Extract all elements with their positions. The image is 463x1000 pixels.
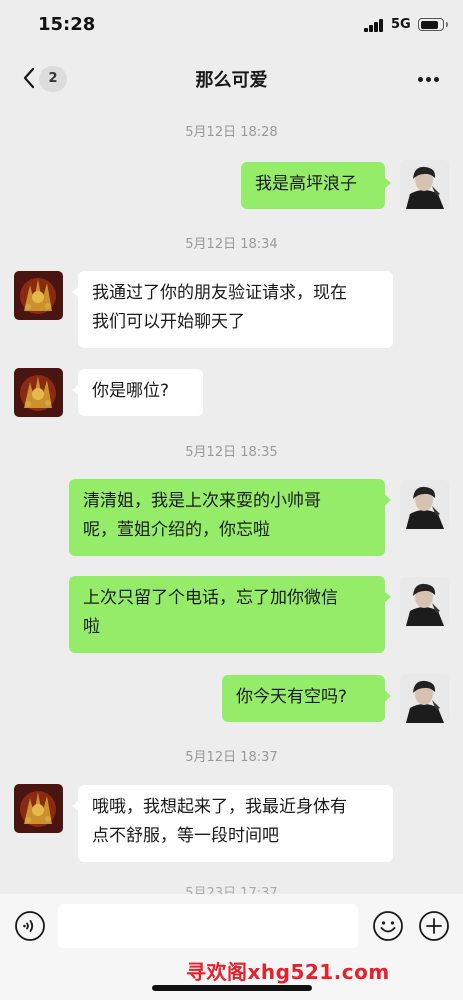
more-icon[interactable] xyxy=(416,69,442,89)
message-bubble-self[interactable]: 我是高坪浪子 xyxy=(241,162,391,209)
message-bubble-self[interactable]: 上次只留了个电话，忘了加你微信 啦 xyxy=(69,576,391,653)
message-line: 点不舒服，等一段时间吧 xyxy=(92,826,279,846)
avatar-other[interactable] xyxy=(14,368,63,417)
timestamp: 5月23日 17:37 xyxy=(185,886,278,894)
message-bubble-other[interactable]: 哦哦，我想起来了，我最近身体有 点不舒服，等一段时间吧 xyxy=(72,785,393,862)
timestamp: 5月12日 18:37 xyxy=(185,750,278,765)
chat-title: 那么可爱 xyxy=(195,70,268,91)
message-input[interactable] xyxy=(58,904,358,948)
message-text: 你是哪位? xyxy=(92,381,170,401)
message-line: 我们可以开始聊天了 xyxy=(92,312,245,332)
message-bubble-other[interactable]: 我通过了你的朋友验证请求，现在 我们可以开始聊天了 xyxy=(72,271,393,348)
battery-icon xyxy=(418,18,448,31)
message-line: 我通过了你的朋友验证请求，现在 xyxy=(92,283,347,303)
timestamp: 5月12日 18:28 xyxy=(185,125,278,140)
message-line: 清清姐，我是上次来耍的小帅哥 xyxy=(83,491,321,511)
avatar-self[interactable] xyxy=(400,480,449,529)
network-label: 5G xyxy=(391,17,411,32)
message-bubble-other[interactable]: 你是哪位? xyxy=(72,369,203,416)
message-line: 呢，萱姐介绍的，你忘啦 xyxy=(83,520,270,540)
emoji-icon[interactable] xyxy=(372,910,404,942)
signal-icon xyxy=(364,19,384,32)
plus-icon[interactable] xyxy=(418,910,450,942)
avatar-self[interactable] xyxy=(400,674,449,723)
watermark: 寻欢阁xhg521.com xyxy=(186,960,390,984)
message-line: 哦哦，我想起来了，我最近身体有 xyxy=(92,797,347,817)
message-bubble-self[interactable]: 清清姐，我是上次来耍的小帅哥 呢，萱姐介绍的，你忘啦 xyxy=(69,479,391,556)
message-text: 你今天有空吗? xyxy=(236,687,348,707)
voice-icon[interactable] xyxy=(14,910,46,942)
message-line: 上次只留了个电话，忘了加你微信 xyxy=(83,588,338,608)
avatar-self[interactable] xyxy=(400,160,449,209)
message-bubble-self[interactable]: 你今天有空吗? xyxy=(222,675,391,722)
status-time: 15:28 xyxy=(38,14,96,35)
status-bar: 15:28 5G xyxy=(0,0,463,50)
timestamp: 5月12日 18:34 xyxy=(185,237,278,252)
message-line: 啦 xyxy=(83,617,100,637)
avatar-other[interactable] xyxy=(14,784,63,833)
avatar-self[interactable] xyxy=(400,577,449,626)
timestamp: 5月12日 18:35 xyxy=(185,445,278,460)
avatar-other[interactable] xyxy=(14,271,63,320)
home-indicator xyxy=(152,985,312,991)
message-text: 我是高坪浪子 xyxy=(255,174,357,194)
